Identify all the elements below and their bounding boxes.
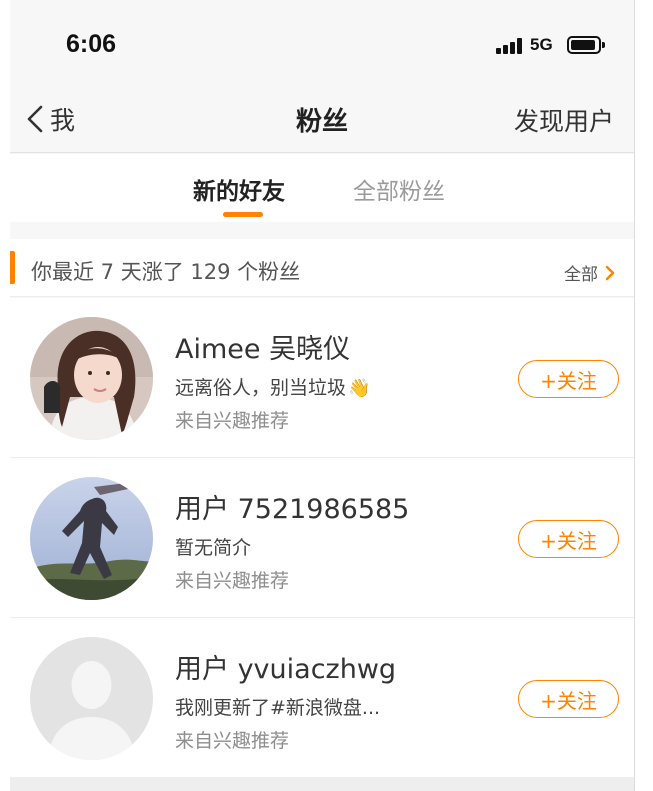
default-avatar-icon[interactable]	[30, 637, 153, 760]
avatar[interactable]	[30, 317, 153, 440]
discover-users-button[interactable]: 发现用户	[514, 102, 614, 138]
bio-text: 远离俗人，别当垃圾	[175, 377, 347, 399]
status-time: 6:06	[66, 30, 117, 58]
follow-button[interactable]: +关注	[518, 680, 619, 718]
recent-fans-banner: 你最近 7 天涨了 129 个粉丝 全部	[10, 239, 634, 297]
banner-accent-bar	[10, 251, 15, 284]
user-bio: 我刚更新了#新浪微盘...	[175, 697, 381, 719]
battery-icon	[567, 36, 605, 54]
follower-row[interactable]: 用户 yvuiaczhwg 我刚更新了#新浪微盘... 来自兴趣推荐 +关注	[10, 618, 634, 778]
follower-row[interactable]: 用户 7521986585 暂无简介 来自兴趣推荐 +关注	[10, 458, 634, 618]
chevron-right-icon	[605, 265, 615, 280]
tab-bar: 新的好友 全部粉丝	[10, 154, 634, 222]
user-bio: 远离俗人，别当垃圾 👋	[175, 373, 370, 400]
view-all-button[interactable]: 全部	[564, 260, 616, 285]
user-bio: 暂无简介	[175, 537, 252, 559]
avatar[interactable]	[30, 477, 153, 600]
screen-edge	[634, 0, 635, 791]
recommend-source: 来自兴趣推荐	[175, 730, 290, 752]
recommend-source: 来自兴趣推荐	[175, 570, 290, 592]
user-name[interactable]: 用户 yvuiaczhwg	[175, 647, 396, 686]
follow-button[interactable]: +关注	[518, 360, 619, 398]
view-all-label: 全部	[564, 265, 598, 285]
user-name[interactable]: Aimee 吴晓仪	[175, 327, 350, 366]
signal-bars-icon	[496, 38, 524, 54]
nav-bar: 我 粉丝 发现用户	[10, 88, 634, 153]
active-tab-indicator	[223, 212, 263, 217]
follow-button[interactable]: +关注	[518, 520, 619, 558]
recent-fans-text: 你最近 7 天涨了 129 个粉丝	[31, 260, 301, 284]
follower-row[interactable]: Aimee 吴晓仪 远离俗人，别当垃圾 👋 来自兴趣推荐 +关注	[10, 298, 634, 458]
tab-new-friends[interactable]: 新的好友	[193, 172, 285, 206]
status-bar: 6:06 5G	[10, 0, 634, 88]
tab-all-fans[interactable]: 全部粉丝	[353, 172, 445, 206]
recommend-source: 来自兴趣推荐	[175, 410, 290, 432]
user-name[interactable]: 用户 7521986585	[175, 487, 409, 526]
network-label: 5G	[530, 35, 553, 54]
fans-screen: 6:06 5G 我 粉丝 发现用户 新的好友 全部粉丝 你最近 7 天涨了 12…	[10, 0, 634, 791]
waving-hand-icon: 👋	[348, 378, 371, 399]
list-bottom-divider	[10, 777, 634, 791]
